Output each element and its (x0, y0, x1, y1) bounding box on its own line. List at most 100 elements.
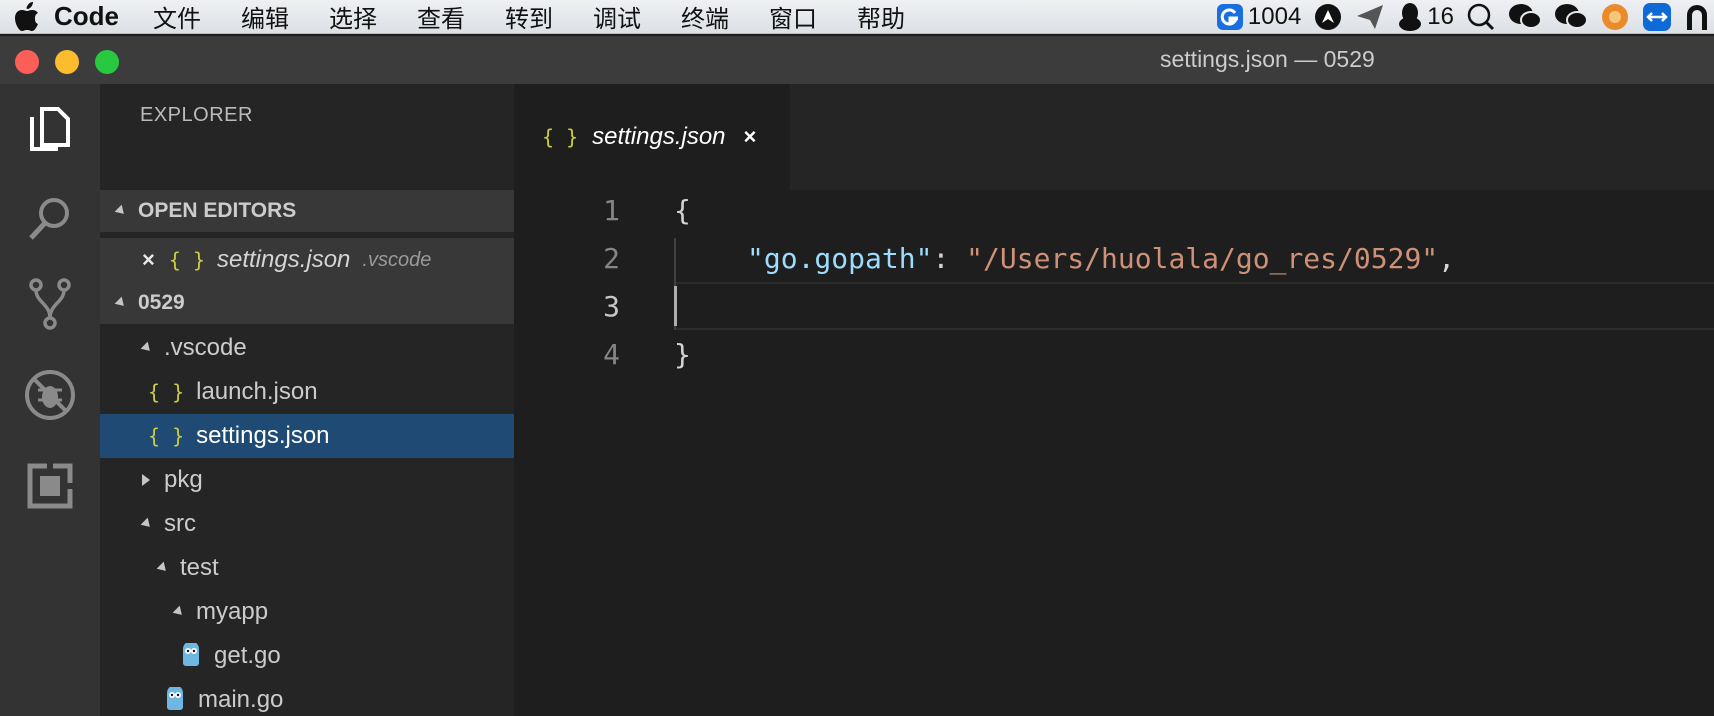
tree-item-main-go[interactable]: main.go (100, 678, 514, 716)
activity-extensions[interactable] (0, 441, 100, 531)
open-editors-label: OPEN EDITORS (138, 199, 297, 222)
qq-penguin-icon (1399, 3, 1422, 31)
chevron-down-icon (140, 517, 154, 531)
json-colon: : (932, 242, 967, 275)
tree-item-label: pkg (164, 466, 203, 493)
line-number: 2 (603, 242, 620, 275)
menu-file[interactable]: 文件 (153, 0, 201, 34)
code-line-4: } (674, 338, 691, 371)
open-editor-name: settings.json (216, 246, 351, 273)
folder-label: 0529 (138, 291, 185, 314)
tray-item-counter-b[interactable]: 16 (1397, 2, 1454, 32)
open-editors-header[interactable]: OPEN EDITORS (100, 190, 514, 232)
json-file-icon: { } (168, 248, 205, 272)
json-file-icon: { } (148, 380, 185, 404)
tree-item-launch-json[interactable]: { } launch.json (100, 370, 514, 414)
tab-label: settings.json (592, 123, 726, 150)
explorer-sidebar: EXPLORER OPEN EDITORS × { } settings.jso… (100, 84, 514, 716)
json-comma: , (1438, 242, 1456, 275)
menu-selection[interactable]: 选择 (329, 0, 377, 34)
close-editor-icon[interactable]: × (142, 247, 155, 273)
activity-source-control[interactable] (0, 259, 100, 349)
menu-window[interactable]: 窗口 (769, 0, 817, 34)
code-line-2: "go.gopath": "/Users/huolala/go_res/0529… (747, 242, 1455, 275)
tray-counter-b: 16 (1427, 3, 1454, 30)
open-editor-dir: .vscode (362, 248, 432, 271)
git-branch-icon (29, 278, 71, 330)
zoom-window-button[interactable] (95, 50, 119, 74)
search-chat-icon[interactable] (1466, 2, 1496, 32)
menu-go[interactable]: 转到 (505, 0, 553, 34)
teamviewer-icon[interactable] (1642, 2, 1672, 32)
menu-view[interactable]: 查看 (417, 0, 465, 34)
apple-icon[interactable] (0, 1, 54, 32)
search-icon (29, 198, 69, 240)
text-cursor (674, 286, 677, 326)
menu-edit[interactable]: 编辑 (241, 0, 289, 34)
tray-counter-a: 1004 (1247, 3, 1302, 30)
wechat-work-icon[interactable] (1554, 2, 1588, 32)
close-tab-icon[interactable]: × (744, 124, 757, 150)
app-menu-code[interactable]: Code (54, 1, 119, 32)
files-icon (30, 107, 70, 151)
close-window-button[interactable] (15, 50, 39, 74)
tree-item-label: myapp (196, 598, 269, 625)
tab-settings-json[interactable]: { } settings.json × (514, 84, 790, 190)
go-gopher-icon (180, 643, 202, 669)
tree-item-label: main.go (198, 686, 284, 713)
json-key: "go.gopath" (747, 242, 933, 275)
send-icon[interactable] (1355, 2, 1385, 32)
tree-item-label: src (164, 510, 196, 537)
folder-header[interactable]: 0529 (100, 282, 514, 324)
tray-item-counter-a[interactable]: 1004 (1216, 3, 1301, 31)
go-gopher-icon (164, 687, 186, 713)
activity-explorer[interactable] (0, 84, 100, 174)
tree-item-pkg[interactable]: pkg (100, 458, 514, 502)
chevron-right-icon (142, 474, 150, 486)
chevron-down-icon (114, 204, 128, 218)
code-editor[interactable]: 1 2 3 4 { "go.gopath": "/Users/huolala/g… (514, 190, 1714, 716)
json-file-icon: { } (148, 424, 185, 448)
tree-item-vscode[interactable]: .vscode (100, 326, 514, 370)
wechat-icon[interactable] (1508, 2, 1542, 32)
line-number: 1 (603, 194, 620, 227)
menu-debug[interactable]: 调试 (593, 0, 641, 34)
tree-item-label: test (180, 554, 219, 581)
extensions-icon (27, 463, 73, 509)
sidebar-title: EXPLORER (140, 104, 253, 126)
line-number-active: 3 (603, 290, 620, 323)
tree-item-label: .vscode (164, 334, 247, 361)
json-file-icon: { } (542, 125, 579, 149)
tree-item-get-go[interactable]: get.go (100, 634, 514, 678)
menu-bar-tray: 1004 16 (1216, 0, 1714, 34)
activity-debug[interactable] (0, 350, 100, 440)
open-editor-item[interactable]: × { } settings.json .vscode (100, 238, 514, 282)
chevron-down-icon (156, 561, 170, 575)
app-g-icon (1216, 4, 1243, 30)
minimize-window-button[interactable] (55, 50, 79, 74)
line-number: 4 (603, 338, 620, 371)
tree-item-test[interactable]: test (100, 546, 514, 590)
chevron-down-icon (140, 341, 154, 355)
vscode-window: settings.json — 0529 EXPLORER OPEN EDITO… (0, 36, 1714, 716)
tree-item-label: settings.json (196, 422, 330, 449)
vpn-icon[interactable] (1684, 2, 1710, 32)
tree-item-label: launch.json (196, 378, 318, 405)
activity-search[interactable] (0, 174, 100, 264)
current-line-highlight (674, 282, 1714, 330)
title-bar: settings.json — 0529 (0, 36, 1714, 84)
macos-menu-bar: Code 文件 编辑 选择 查看 转到 调试 终端 窗口 帮助 1004 16 (0, 0, 1714, 34)
editor-tab-bar: { } settings.json × (514, 84, 1714, 190)
chevron-down-icon (114, 296, 128, 310)
chevron-down-icon (172, 605, 186, 619)
orange-app-icon[interactable] (1600, 2, 1630, 32)
tree-item-label: get.go (214, 642, 281, 669)
menu-terminal[interactable]: 终端 (681, 0, 729, 34)
tree-item-src[interactable]: src (100, 502, 514, 546)
code-line-1: { (674, 194, 691, 227)
json-string-value: "/Users/huolala/go_res/0529" (966, 242, 1439, 275)
menu-help[interactable]: 帮助 (857, 0, 905, 34)
navigation-icon[interactable] (1313, 2, 1343, 32)
tree-item-settings-json[interactable]: { } settings.json (100, 414, 514, 458)
tree-item-myapp[interactable]: myapp (100, 590, 514, 634)
